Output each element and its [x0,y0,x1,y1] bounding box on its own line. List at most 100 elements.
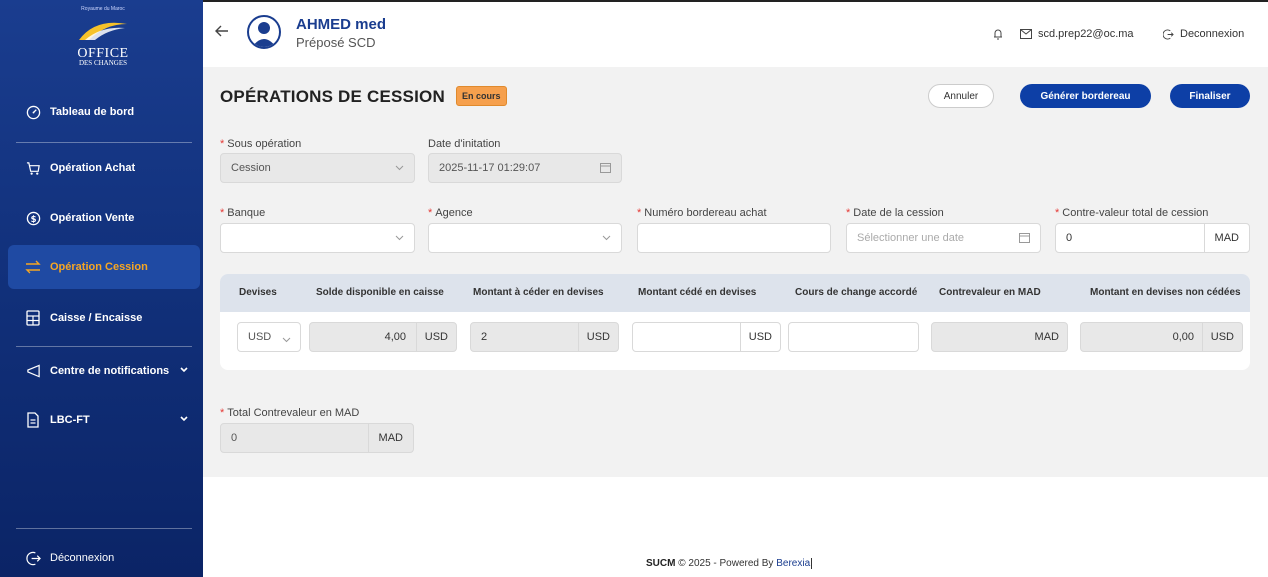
montant-cede-input[interactable]: USD [632,322,781,352]
currency-suffix: USD [1201,323,1242,351]
chevron-down-icon[interactable] [180,413,188,425]
currency-suffix: USD [739,323,780,351]
currency-suffix: MAD [1034,331,1059,343]
currency-suffix: MAD [367,424,413,452]
main-content: OPÉRATIONS DE CESSION En cours Annuler G… [203,67,1268,477]
column-header: Cours de change accordé [795,287,918,298]
montant-a-ceder-field: 2 USD [470,322,619,352]
logout-icon [1163,28,1174,40]
sidebar-item-operation-vente[interactable]: $ Opération Vente [8,196,200,240]
mail-icon [1020,29,1032,39]
logo-wing-icon [79,22,127,40]
calculator-icon [25,310,41,326]
solde-value: 4,00 [384,331,406,343]
sidebar-item-label: Opération Vente [50,212,135,224]
sidebar-item-tableau-de-bord[interactable]: Tableau de bord [8,90,200,134]
currency-suffix: MAD [1203,224,1249,252]
sidebar-item-label: Opération Cession [50,261,148,273]
cours-de-change-input[interactable] [788,322,919,352]
contrevaleur-mad-field: MAD [931,322,1068,352]
total-contrevaleur-value: 0 [231,432,238,444]
user-name: AHMED med [296,16,387,33]
devise-value: USD [248,331,272,343]
sidebar-item-lbc-ft[interactable]: LBC-FT [8,398,200,442]
generate-bordereau-button[interactable]: Générer bordereau [1020,84,1151,108]
currency-suffix: USD [577,323,618,351]
date-initiation-field: 2025-11-17 01:29:07 [428,153,622,183]
header-logout-label: Deconnexion [1180,28,1245,40]
footer-brand: SUCM [646,558,676,569]
page-title: OPÉRATIONS DE CESSION [220,87,445,106]
user-role: Préposé SCD [296,35,376,50]
sous-operation-value: Cession [231,162,271,174]
sidebar-item-caisse-encaisse[interactable]: Caisse / Encaisse [8,296,200,340]
contre-valeur-value: 0 [1066,232,1073,244]
footer-copyright: © 2025 - Powered By [675,558,777,569]
megaphone-icon [25,363,41,379]
sidebar-item-operation-achat[interactable]: Opération Achat [8,146,200,190]
sidebar-divider [16,142,192,143]
montant-non-cedees-field: 0,00 USD [1080,322,1243,352]
svg-text:$: $ [30,213,36,223]
date-initiation-value: 2025-11-17 01:29:07 [439,162,541,174]
chevron-down-icon [602,232,611,244]
date-cession-picker[interactable]: Sélectionner une date [846,223,1041,253]
sidebar-item-label: Opération Achat [50,162,136,174]
calendar-icon [1019,232,1030,246]
sidebar-item-centre-de-notifications[interactable]: Centre de notifications [8,349,200,393]
header-logout-link[interactable]: Deconnexion [1163,28,1244,40]
back-arrow-icon[interactable] [215,24,229,42]
sous-operation-select[interactable]: Cession [220,153,415,183]
sidebar-item-label: Tableau de bord [50,106,135,118]
banque-select[interactable] [220,223,415,253]
solde-disponible-field: 4,00 USD [309,322,457,352]
numero-bordereau-input[interactable] [637,223,831,253]
swap-icon [25,259,41,275]
top-header: AHMED med Préposé SCD scd.prep22@oc.ma D… [203,0,1268,67]
dashboard-icon [25,104,41,120]
montant-a-ceder-value: 2 [481,331,488,343]
bell-icon [994,29,1002,40]
chevron-down-icon [395,162,404,174]
column-header: Solde disponible en caisse [316,287,444,298]
dollar-icon: $ [25,210,41,226]
finalize-button[interactable]: Finaliser [1170,84,1250,108]
devise-select[interactable]: USD [237,322,301,352]
total-contrevaleur-field: 0 MAD [220,423,414,453]
sidebar-item-label: Centre de notifications [50,365,170,377]
date-initiation-label: Date d'initation [428,138,501,150]
banque-label: * Banque [220,207,266,219]
footer-berexia-link[interactable]: Berexia [776,558,813,569]
status-badge: En cours [456,86,507,106]
logout-icon [25,550,41,566]
column-header: Montant à céder en devises [473,287,604,298]
currency-suffix: USD [415,323,456,351]
sidebar-logout-button[interactable]: Déconnexion [8,536,200,577]
sidebar-divider [16,528,192,529]
notification-bell[interactable] [993,28,1009,40]
contre-valeur-label: * Contre-valeur total de cession [1055,207,1209,219]
table-header: Devises Solde disponible en caisse Monta… [220,274,1250,312]
agence-select[interactable] [428,223,622,253]
column-header: Devises [239,287,277,298]
logo-top-text: Royaume du Maroc [81,6,125,12]
non-cedees-value: 0,00 [1172,331,1194,343]
user-email[interactable]: scd.prep22@oc.ma [1020,28,1134,40]
chevron-down-icon[interactable] [180,364,188,376]
office-des-changes-logo[interactable]: Royaume du Maroc OFFICE DES CHANGES [58,4,148,74]
sidebar-item-operation-cession[interactable]: Opération Cession [8,245,200,289]
footer: SUCM © 2025 - Powered By Berexia [203,477,1268,577]
column-header: Contrevaleur en MAD [939,287,1041,298]
devises-table: Devises Solde disponible en caisse Monta… [220,274,1250,370]
sidebar: Royaume du Maroc OFFICE DES CHANGES Tabl… [0,0,203,577]
cancel-button[interactable]: Annuler [928,84,994,108]
sidebar-item-label: LBC-FT [50,414,90,426]
avatar[interactable] [247,15,281,49]
cart-icon [25,160,41,176]
logo-sub-text: DES CHANGES [78,59,128,67]
date-cession-label: * Date de la cession [846,207,944,219]
contre-valeur-input[interactable]: 0 MAD [1055,223,1250,253]
sidebar-divider [16,346,192,347]
calendar-icon [600,162,611,176]
user-email-text: scd.prep22@oc.ma [1038,28,1134,40]
